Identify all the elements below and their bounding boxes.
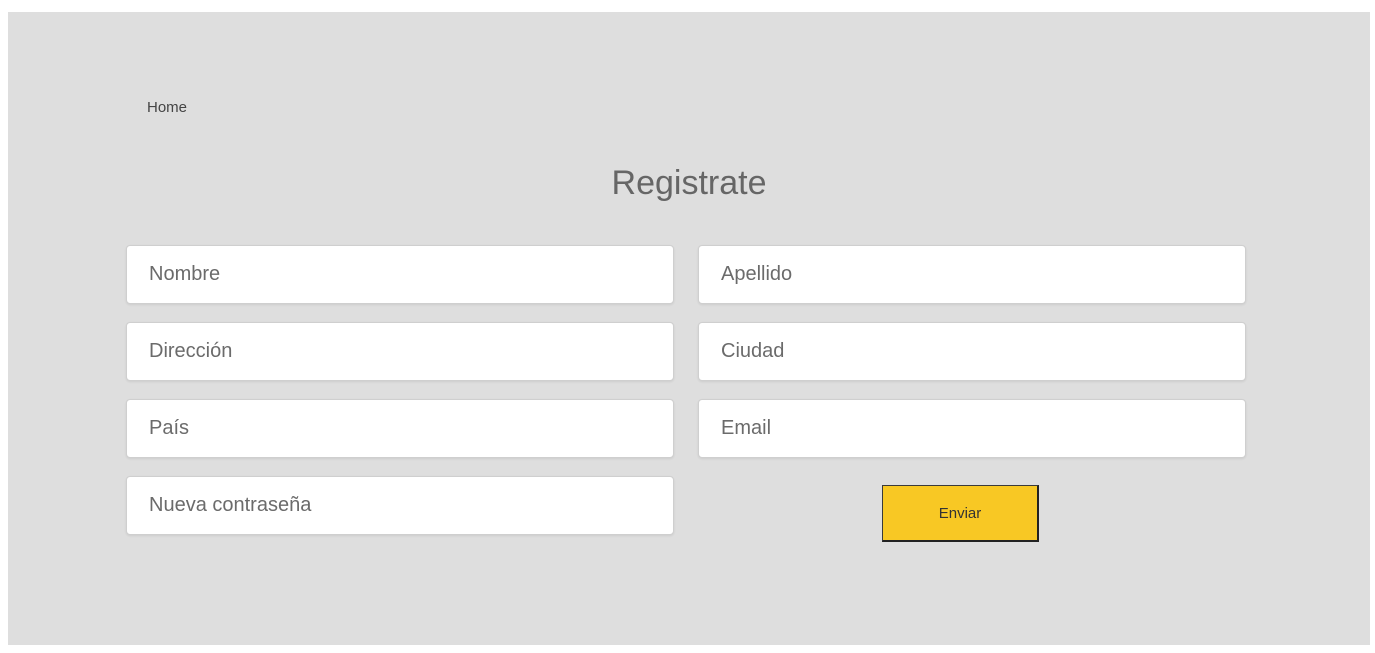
pais-input[interactable] bbox=[126, 399, 674, 458]
direccion-input[interactable] bbox=[126, 322, 674, 381]
password-input[interactable] bbox=[126, 476, 674, 535]
ciudad-input[interactable] bbox=[698, 322, 1246, 381]
registration-panel: Home Registrate Enviar bbox=[8, 12, 1370, 645]
page-title: Registrate bbox=[611, 164, 767, 202]
apellido-input[interactable] bbox=[698, 245, 1246, 304]
nombre-input[interactable] bbox=[126, 245, 674, 304]
submit-button[interactable]: Enviar bbox=[882, 485, 1039, 542]
home-link[interactable]: Home bbox=[147, 99, 187, 116]
email-input[interactable] bbox=[698, 399, 1246, 458]
